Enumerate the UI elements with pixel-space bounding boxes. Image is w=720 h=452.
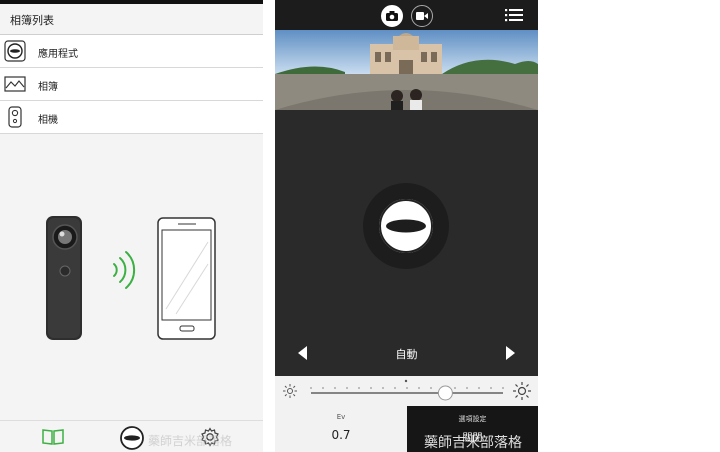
exposure-slider-bar [275, 376, 538, 406]
shutter-button[interactable] [362, 182, 450, 270]
shutter-icon[interactable] [119, 425, 145, 451]
live-view-panorama [275, 30, 538, 110]
theta-camera-icon [8, 106, 22, 128]
options-caption: 選項設定 [458, 415, 487, 423]
menu-item-label: 相機 [38, 115, 58, 126]
camera-top-bar [275, 0, 538, 30]
wireless-signal-icon [113, 251, 136, 289]
menu-list-icon[interactable] [505, 8, 523, 22]
exposure-slider[interactable] [309, 378, 505, 404]
menu-item-label: 相簿 [38, 82, 58, 93]
smartphone-illustration [157, 217, 216, 340]
video-mode-button[interactable] [411, 5, 433, 27]
landscape-photo-icon [4, 76, 26, 92]
ev-caption: Ev [336, 413, 346, 421]
ev-value: 0.7 [331, 428, 351, 442]
album-list-screen: 相簿列表 應用程式 相簿 相機 [0, 0, 263, 452]
photo-mode-button[interactable] [381, 5, 403, 27]
shooting-mode-label: 自動 [395, 348, 418, 361]
slider-knob[interactable] [437, 385, 453, 401]
album-book-icon[interactable] [41, 428, 65, 446]
camera-phone-connection-illustration [46, 216, 216, 340]
menu-item-app[interactable]: 應用程式 [0, 35, 263, 68]
divider [263, 0, 275, 452]
menu-item-camera[interactable]: 相機 [0, 101, 263, 134]
album-list-header: 相簿列表 [0, 4, 263, 35]
video-camera-icon [416, 12, 428, 20]
next-mode-arrow[interactable] [504, 346, 516, 360]
menu-item-album[interactable]: 相簿 [0, 68, 263, 101]
page-title: 相簿列表 [10, 14, 54, 27]
camera-icon [386, 11, 398, 21]
brightness-low-icon [283, 384, 297, 398]
camera-app-icon [4, 40, 26, 62]
brightness-high-icon [513, 382, 531, 400]
camera-shooting-screen: 自動 Ev 0.7 選項設定 關閉 [275, 0, 538, 452]
menu-item-label: 應用程式 [38, 49, 78, 60]
watermark-faint: 藥師吉米部落格 [148, 434, 233, 448]
watermark: 藥師吉米部落格 [424, 435, 522, 451]
theta-camera-illustration [46, 216, 82, 340]
